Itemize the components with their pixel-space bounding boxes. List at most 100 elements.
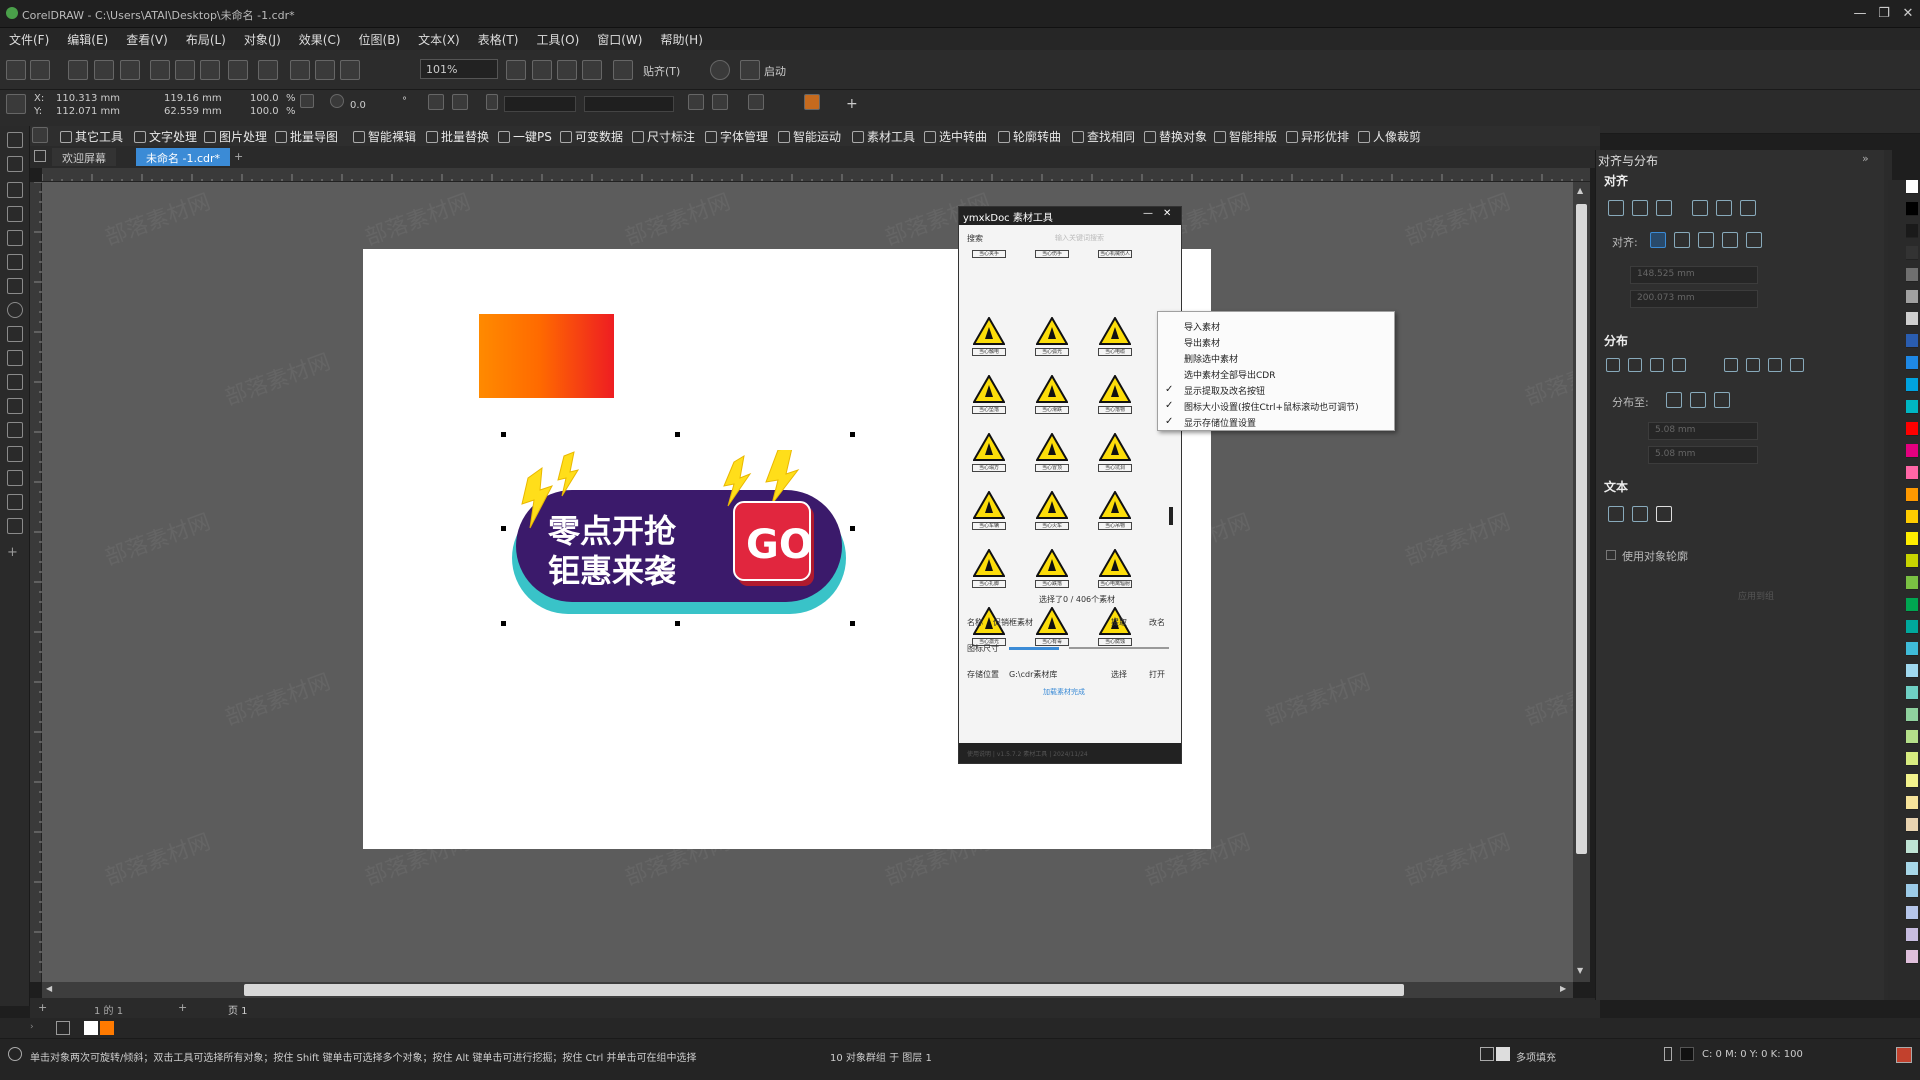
text-tool-icon[interactable] — [7, 350, 23, 366]
vertical-scroll-thumb[interactable] — [1576, 204, 1587, 854]
distribute-spacing-icon[interactable] — [1714, 392, 1730, 408]
lock-ratio-icon[interactable] — [300, 94, 314, 108]
palette-swatch[interactable] — [1906, 906, 1918, 920]
horizontal-scrollbar[interactable]: ◀ ▶ — [42, 982, 1573, 998]
vertical-scrollbar[interactable]: ▲ ▼ — [1573, 182, 1590, 982]
material-item[interactable]: 当心火车 — [1032, 491, 1072, 533]
first-page-icon[interactable]: + — [38, 1001, 47, 1014]
size-slider-fill[interactable] — [1009, 647, 1059, 650]
name-input[interactable]: 促销框素材 — [993, 617, 1033, 628]
swatch-orange[interactable] — [100, 1021, 114, 1035]
paste-icon[interactable] — [200, 60, 220, 80]
size-slider-track[interactable] — [1069, 647, 1169, 649]
scroll-left-icon[interactable]: ◀ — [46, 984, 52, 993]
material-item[interactable]: 当心夹手 — [969, 219, 1009, 261]
palette-swatch[interactable] — [1906, 884, 1918, 898]
plugin-one-click-ps[interactable]: 一键PS — [498, 128, 552, 145]
palette-swatch[interactable] — [1906, 928, 1918, 942]
material-item[interactable]: 当心塌方 — [969, 433, 1009, 475]
scroll-right-icon[interactable]: ▶ — [1560, 984, 1566, 993]
print-icon[interactable] — [120, 60, 140, 80]
material-item[interactable]: 当心扎脚 — [969, 549, 1009, 591]
palette-swatch[interactable] — [1906, 708, 1918, 722]
plugin-find-same[interactable]: 查找相同 — [1072, 128, 1135, 145]
home-icon[interactable] — [34, 150, 46, 162]
shape-tool-icon[interactable] — [7, 156, 23, 172]
close-window-button[interactable]: ✕ — [1896, 4, 1920, 24]
distribute-center-h-icon[interactable] — [1628, 358, 1642, 372]
tab-document[interactable]: 未命名 -1.cdr* — [136, 148, 231, 166]
pdf-icon[interactable] — [340, 60, 360, 80]
plugin-image-processing[interactable]: 图片处理 — [204, 128, 267, 145]
height-field[interactable]: 62.559 mm — [164, 106, 222, 117]
pick-tool-icon[interactable] — [7, 132, 23, 148]
outline-swatch-icon[interactable] — [1680, 1047, 1694, 1061]
export-icon[interactable] — [315, 60, 335, 80]
copy-icon[interactable] — [175, 60, 195, 80]
apply-to-group-button[interactable]: 应用到组 — [1676, 586, 1836, 604]
plugin-shape-nesting[interactable]: 异形优排 — [1286, 128, 1349, 145]
menu-text[interactable]: 文本(X) — [409, 28, 469, 51]
palette-swatch[interactable] — [1906, 950, 1918, 964]
menu-bitmaps[interactable]: 位图(B) — [350, 28, 410, 51]
palette-swatch[interactable] — [1906, 752, 1918, 766]
menu-object[interactable]: 对象(J) — [235, 28, 290, 51]
color-settings-icon[interactable] — [1896, 1047, 1912, 1063]
page-tab[interactable]: 页 1 — [228, 1002, 248, 1017]
rotation-field[interactable]: 0.0 — [350, 100, 366, 111]
align-bottom-icon[interactable] — [1740, 200, 1756, 216]
distribute-selection-icon[interactable] — [1666, 392, 1682, 408]
wrap-text-icon[interactable] — [712, 94, 728, 110]
cut-icon[interactable] — [150, 60, 170, 80]
material-item[interactable]: 当心电缆 — [1095, 317, 1135, 359]
selection-handle[interactable] — [849, 431, 856, 438]
scroll-down-icon[interactable]: ▼ — [1577, 966, 1583, 975]
material-item[interactable]: 当心坑洞 — [1095, 433, 1135, 475]
horizontal-scroll-thumb[interactable] — [244, 984, 1404, 996]
palette-expand-icon[interactable]: › — [30, 1022, 34, 1032]
selection-handle[interactable] — [500, 620, 507, 627]
palette-swatch[interactable] — [1906, 422, 1918, 436]
drop-shadow-icon[interactable] — [7, 422, 23, 438]
location-input[interactable]: G:\cdr素材库 — [1009, 669, 1057, 680]
plugin-text-processing[interactable]: 文字处理 — [134, 128, 197, 145]
align-y-field[interactable]: 200.073 mm — [1630, 290, 1758, 308]
y-position-field[interactable]: 112.071 mm — [56, 106, 120, 117]
palette-swatch[interactable] — [1906, 400, 1918, 414]
crop-tool-icon[interactable] — [7, 182, 23, 198]
palette-swatch[interactable] — [1906, 576, 1918, 590]
rulers-icon[interactable] — [532, 60, 552, 80]
promo-banner-group[interactable]: 零点开抢 钜惠来袭 GO — [506, 450, 852, 620]
choose-button[interactable]: 选择 — [1111, 669, 1127, 680]
freehand-tool-icon[interactable] — [7, 230, 23, 246]
menu-layout[interactable]: 布局(L) — [177, 28, 235, 51]
palette-swatch[interactable] — [1906, 510, 1918, 524]
settings-gear-icon[interactable] — [8, 1047, 22, 1061]
align-left-icon[interactable] — [1608, 200, 1624, 216]
material-item[interactable]: 当心腐蚀 — [1095, 607, 1135, 649]
smart-fill-icon[interactable] — [7, 518, 23, 534]
menu-tools[interactable]: 工具(O) — [527, 28, 588, 51]
distribute-page-icon[interactable] — [1690, 392, 1706, 408]
palette-swatch[interactable] — [1906, 378, 1918, 392]
palette-swatch[interactable] — [1906, 246, 1918, 260]
menu-file[interactable]: 文件(F) — [0, 28, 58, 51]
material-item[interactable]: 当心车辆 — [969, 491, 1009, 533]
palette-swatch[interactable] — [1906, 356, 1918, 370]
distribute-left-icon[interactable] — [1606, 358, 1620, 372]
scale-y-field[interactable]: 100.0 — [250, 106, 279, 117]
material-item[interactable]: 当心坠落 — [969, 375, 1009, 417]
align-page-center-icon[interactable] — [1698, 232, 1714, 248]
palette-swatch[interactable] — [1906, 664, 1918, 678]
palette-swatch[interactable] — [1906, 598, 1918, 612]
palette-swatch[interactable] — [1906, 862, 1918, 876]
plugin-icon[interactable] — [804, 94, 820, 110]
add-tool-icon[interactable]: + — [7, 546, 23, 562]
launch-dropdown[interactable]: 启动 — [764, 63, 786, 79]
pick-tool-icon[interactable] — [32, 127, 48, 143]
palette-swatch[interactable] — [1906, 818, 1918, 832]
panel-close-button[interactable]: ✕ — [1163, 208, 1171, 219]
open-button[interactable]: 打开 — [1149, 669, 1165, 680]
selection-handle[interactable] — [500, 525, 507, 532]
extract-button[interactable]: 提取 — [1111, 617, 1127, 628]
